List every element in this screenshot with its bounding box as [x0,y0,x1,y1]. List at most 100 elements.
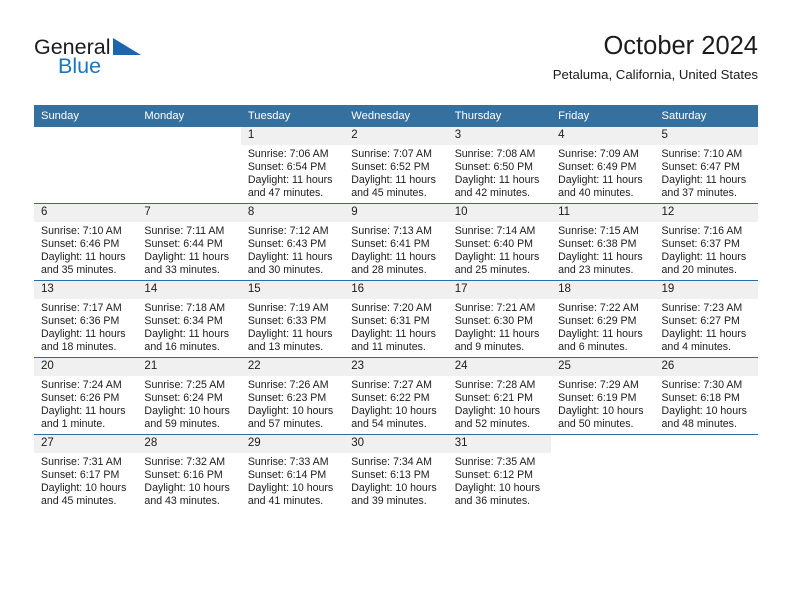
weekday-header-wednesday: Wednesday [344,105,448,127]
day-number: 26 [654,358,758,376]
calendar-day-cell[interactable]: 1 Sunrise: 7:06 AM Sunset: 6:54 PM Daylight… [240,127,345,204]
day-cell-inner: 14 Sunrise: 7:18 AM Sunset: 6:34 PM Dayligh… [137,281,241,357]
daylight-text-line1: Daylight: 10 hours [454,404,541,417]
day-cell-inner: 19 Sunrise: 7:23 AM Sunset: 6:27 PM Dayligh… [654,281,758,357]
sunrise-text: Sunrise: 7:10 AM [661,148,743,160]
calendar-day-cell[interactable]: 24 Sunrise: 7:28 AM Sunset: 6:21 PM Dayligh… [447,357,552,435]
daylight-text-line1: Daylight: 11 hours [41,404,126,417]
sunrise-text: Sunrise: 7:06 AM [247,148,329,160]
sunset-text: Sunset: 6:19 PM [558,391,637,404]
daylight-text-line2: and 57 minutes. [247,417,324,430]
calendar-day-cell[interactable]: 5 Sunrise: 7:10 AM Sunset: 6:47 PM Daylight… [654,127,758,204]
daylight-text-line2: and 36 minutes. [454,494,531,507]
sunset-text: Sunset: 6:21 PM [454,391,534,404]
calendar-day-cell[interactable]: 20 Sunrise: 7:24 AM Sunset: 6:26 PM Dayligh… [34,357,138,435]
calendar-day-cell[interactable]: 23 Sunrise: 7:27 AM Sunset: 6:22 PM Dayligh… [344,357,448,435]
sunrise-text: Sunrise: 7:11 AM [144,225,225,237]
calendar-day-cell[interactable]: 29 Sunrise: 7:33 AM Sunset: 6:14 PM Dayligh… [240,434,345,511]
day-cell-inner: 22 Sunrise: 7:26 AM Sunset: 6:23 PM Dayligh… [240,358,345,434]
calendar-day-cell[interactable]: 8 Sunrise: 7:12 AM Sunset: 6:43 PM Daylight… [240,203,345,281]
sunset-text: Sunset: 6:16 PM [144,468,223,481]
sunrise-text: Sunrise: 7:23 AM [661,302,743,314]
calendar-day-cell[interactable]: 28 Sunrise: 7:32 AM Sunset: 6:16 PM Dayligh… [137,434,241,511]
daylight-text-line2: and 25 minutes. [454,263,531,276]
day-sun-details: Sunrise: 7:33 AM Sunset: 6:14 PM Daylight:… [241,453,344,508]
weekday-header-sunday: Sunday [34,105,138,127]
calendar-day-cell[interactable]: 10 Sunrise: 7:14 AM Sunset: 6:40 PM Dayligh… [447,203,552,281]
sunset-text: Sunset: 6:36 PM [41,314,120,327]
day-cell-inner: 12 Sunrise: 7:16 AM Sunset: 6:37 PM Dayligh… [654,204,758,280]
calendar-day-cell[interactable]: 30 Sunrise: 7:34 AM Sunset: 6:13 PM Dayligh… [344,434,448,511]
calendar-day-cell[interactable]: 2 Sunrise: 7:07 AM Sunset: 6:52 PM Daylight… [344,127,448,204]
sunrise-text: Sunrise: 7:21 AM [454,302,536,314]
day-number: 12 [654,204,758,222]
day-cell-inner: 3 Sunrise: 7:08 AM Sunset: 6:50 PM Daylight… [447,127,552,203]
daylight-text-line2: and 40 minutes. [558,186,634,199]
day-sun-details: Sunrise: 7:12 AM Sunset: 6:43 PM Daylight:… [241,222,344,277]
day-cell-inner: 11 Sunrise: 7:15 AM Sunset: 6:38 PM Dayligh… [551,204,655,280]
calendar-day-cell[interactable]: 25 Sunrise: 7:29 AM Sunset: 6:19 PM Dayligh… [551,357,655,435]
day-number: 23 [344,358,448,376]
calendar-day-cell[interactable]: 6 Sunrise: 7:10 AM Sunset: 6:46 PM Daylight… [34,203,138,281]
sunset-text: Sunset: 6:17 PM [41,468,120,481]
sunrise-text: Sunrise: 7:16 AM [661,225,743,237]
day-cell-inner [34,127,137,203]
daylight-text-line2: and 33 minutes. [144,263,220,276]
sunset-text: Sunset: 6:41 PM [351,237,430,250]
day-cell-inner [137,127,240,203]
sunrise-text: Sunrise: 7:34 AM [351,456,432,468]
day-cell-inner: 13 Sunrise: 7:17 AM Sunset: 6:36 PM Dayligh… [34,281,138,357]
sunset-text: Sunset: 6:50 PM [454,160,534,173]
day-number: 25 [551,358,655,376]
calendar-day-cell[interactable]: 22 Sunrise: 7:26 AM Sunset: 6:23 PM Dayligh… [240,357,345,435]
calendar-day-cell[interactable]: 13 Sunrise: 7:17 AM Sunset: 6:36 PM Dayligh… [34,280,138,358]
calendar-day-cell[interactable]: 12 Sunrise: 7:16 AM Sunset: 6:37 PM Dayligh… [654,203,758,281]
sunrise-text: Sunrise: 7:19 AM [247,302,329,314]
day-number: 18 [551,281,655,299]
day-cell-inner: 28 Sunrise: 7:32 AM Sunset: 6:16 PM Dayligh… [137,435,241,511]
day-cell-inner [655,435,758,511]
sunset-text: Sunset: 6:26 PM [41,391,120,404]
sunrise-text: Sunrise: 7:33 AM [247,456,329,468]
day-number: 24 [447,358,552,376]
calendar-day-cell[interactable]: 17 Sunrise: 7:21 AM Sunset: 6:30 PM Dayligh… [447,280,552,358]
day-cell-inner: 30 Sunrise: 7:34 AM Sunset: 6:13 PM Dayligh… [344,435,448,511]
daylight-text-line1: Daylight: 10 hours [144,481,230,494]
calendar-day-cell[interactable]: 9 Sunrise: 7:13 AM Sunset: 6:41 PM Daylight… [344,203,448,281]
daylight-text-line1: Daylight: 11 hours [454,173,540,186]
calendar-day-cell[interactable]: 26 Sunrise: 7:30 AM Sunset: 6:18 PM Dayligh… [654,357,758,435]
sunset-text: Sunset: 6:49 PM [558,160,637,173]
daylight-text-line1: Daylight: 11 hours [558,173,643,186]
calendar-table: Sunday Monday Tuesday Wednesday Thursday Frid… [34,105,758,511]
daylight-text-line1: Daylight: 11 hours [247,327,333,340]
sunrise-text: Sunrise: 7:25 AM [144,379,226,391]
general-blue-logo[interactable]: General Blue [34,36,204,90]
daylight-text-line2: and 47 minutes. [247,186,324,199]
calendar-day-cell[interactable]: 31 Sunrise: 7:35 AM Sunset: 6:12 PM Dayligh… [447,434,552,511]
calendar-day-cell[interactable]: 4 Sunrise: 7:09 AM Sunset: 6:49 PM Daylight… [551,127,655,204]
calendar-day-cell[interactable]: 21 Sunrise: 7:25 AM Sunset: 6:24 PM Dayligh… [137,357,241,435]
calendar-day-cell[interactable]: 19 Sunrise: 7:23 AM Sunset: 6:27 PM Dayligh… [654,280,758,358]
day-sun-details: Sunrise: 7:31 AM Sunset: 6:17 PM Daylight:… [34,453,137,508]
day-number: 30 [344,435,448,453]
sunset-text: Sunset: 6:18 PM [661,391,740,404]
day-number [34,127,137,145]
calendar-day-cell[interactable]: 14 Sunrise: 7:18 AM Sunset: 6:34 PM Dayligh… [137,280,241,358]
day-sun-details: Sunrise: 7:15 AM Sunset: 6:38 PM Daylight:… [551,222,654,277]
daylight-text-line2: and 23 minutes. [558,263,634,276]
daylight-text-line1: Daylight: 10 hours [144,404,230,417]
calendar-day-cell[interactable]: 11 Sunrise: 7:15 AM Sunset: 6:38 PM Dayligh… [551,203,655,281]
sunrise-text: Sunrise: 7:09 AM [558,148,639,160]
day-cell-inner: 27 Sunrise: 7:31 AM Sunset: 6:17 PM Dayligh… [34,435,138,511]
calendar-day-cell[interactable]: 15 Sunrise: 7:19 AM Sunset: 6:33 PM Dayligh… [240,280,345,358]
day-number: 29 [240,435,345,453]
calendar-day-cell[interactable]: 18 Sunrise: 7:22 AM Sunset: 6:29 PM Dayligh… [551,280,655,358]
day-sun-details: Sunrise: 7:18 AM Sunset: 6:34 PM Daylight:… [137,299,240,354]
calendar-day-cell[interactable]: 7 Sunrise: 7:11 AM Sunset: 6:44 PM Daylight… [137,203,241,281]
calendar-day-cell[interactable]: 27 Sunrise: 7:31 AM Sunset: 6:17 PM Dayligh… [34,434,138,511]
day-sun-details: Sunrise: 7:14 AM Sunset: 6:40 PM Daylight:… [448,222,551,277]
daylight-text-line1: Daylight: 10 hours [454,481,541,494]
calendar-day-cell[interactable]: 16 Sunrise: 7:20 AM Sunset: 6:31 PM Dayligh… [344,280,448,358]
daylight-text-line2: and 43 minutes. [144,494,220,507]
calendar-day-cell[interactable]: 3 Sunrise: 7:08 AM Sunset: 6:50 PM Daylight… [447,127,552,204]
